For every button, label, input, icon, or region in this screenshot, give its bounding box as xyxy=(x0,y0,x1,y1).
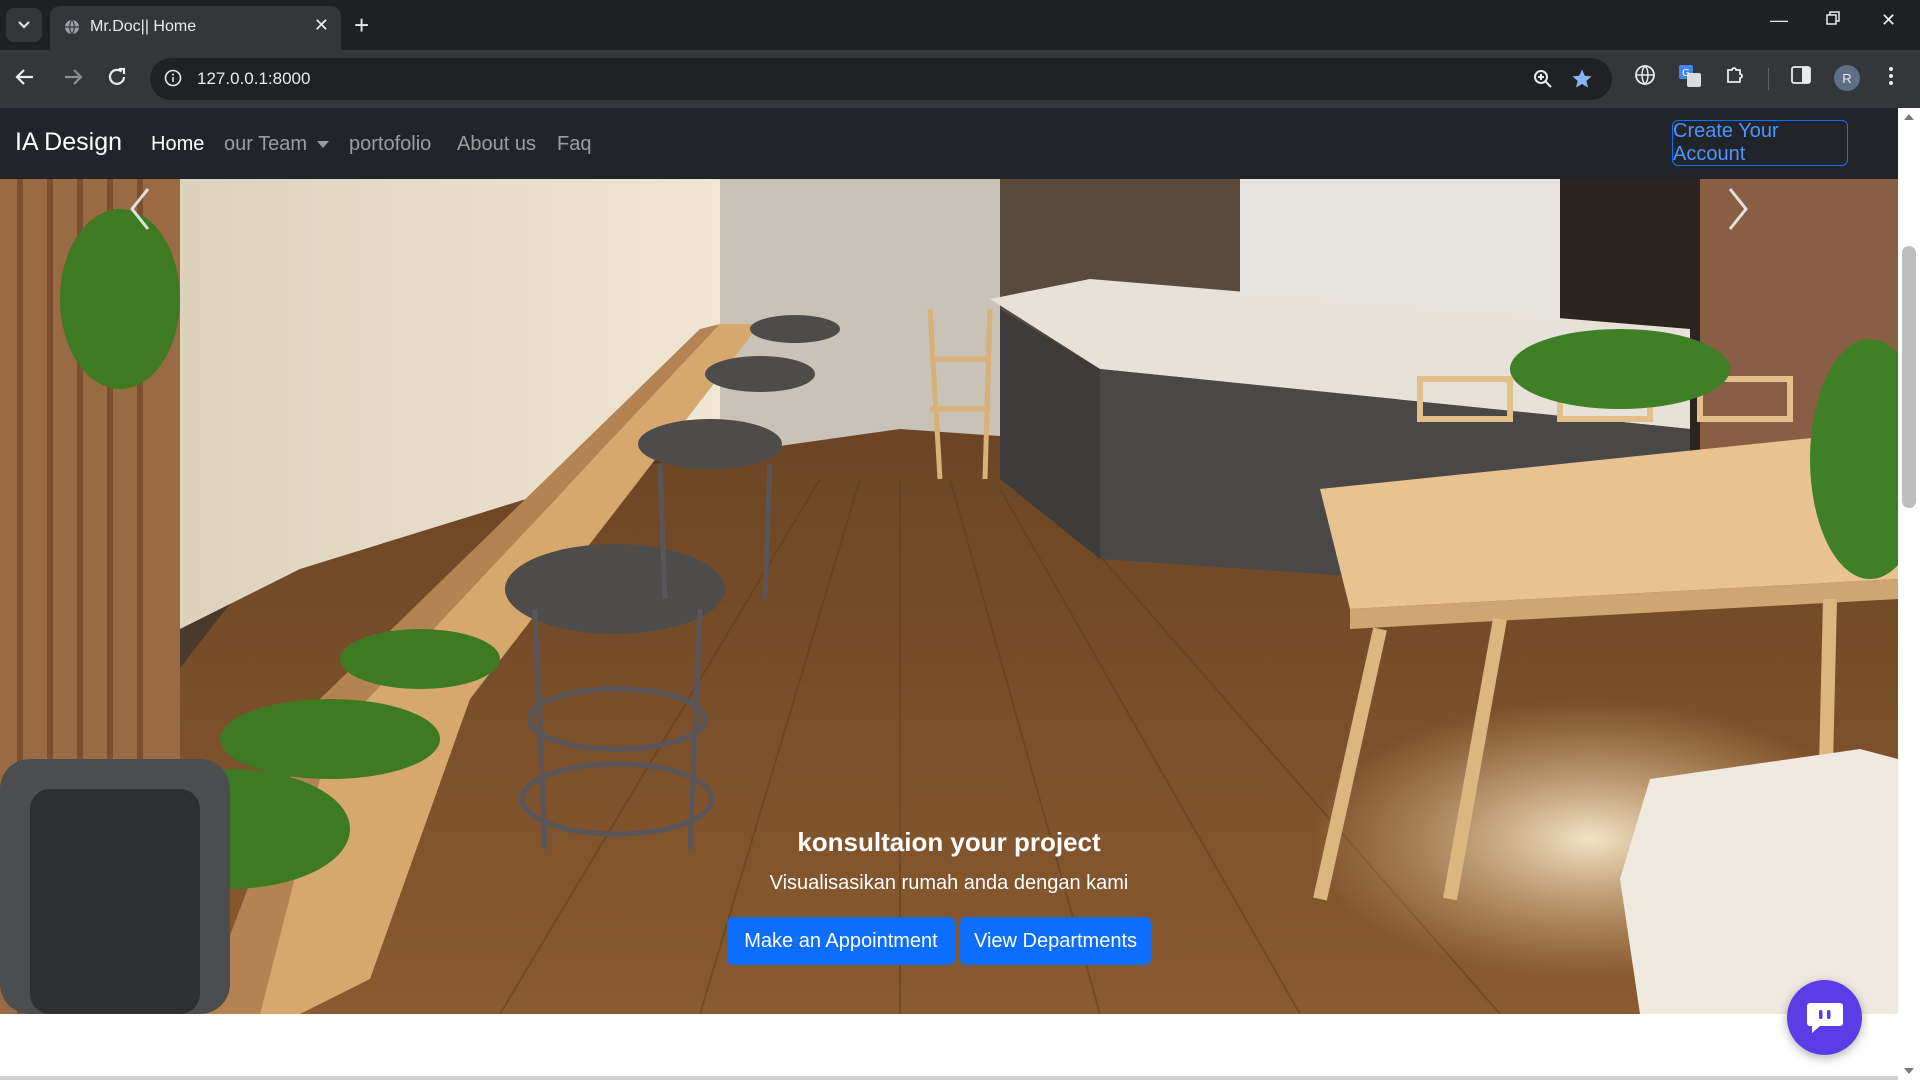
address-bar[interactable]: 127.0.0.1:8000 xyxy=(150,58,1612,100)
nav-home[interactable]: Home xyxy=(151,133,204,156)
svg-text:G: G xyxy=(1682,68,1690,79)
zoom-icon[interactable] xyxy=(1532,68,1554,90)
make-appointment-button[interactable]: Make an Appointment xyxy=(727,917,955,965)
tab-search-icon[interactable] xyxy=(6,8,42,42)
toolbar-divider xyxy=(1768,68,1769,90)
restore-icon[interactable] xyxy=(1825,10,1841,31)
kebab-menu-icon[interactable] xyxy=(1888,65,1894,92)
reload-icon[interactable] xyxy=(106,66,128,93)
caret-down-icon xyxy=(317,141,330,149)
nav-our-team-label: our Team xyxy=(224,133,308,155)
divider xyxy=(0,1076,1898,1080)
hero-carousel: konsultaion your project Visualisasikan … xyxy=(0,179,1898,1014)
view-departments-button[interactable]: View Departments xyxy=(960,917,1151,965)
nav-faq[interactable]: Faq xyxy=(557,133,591,156)
nav-portofolio[interactable]: portofolio xyxy=(349,133,431,156)
scroll-up-arrow[interactable] xyxy=(1904,114,1914,120)
browser-tab-bar: Mr.Doc|| Home ✕ + — ✕ xyxy=(0,0,1920,50)
tab-title: Mr.Doc|| Home xyxy=(90,18,197,35)
back-icon[interactable] xyxy=(14,66,36,93)
translate-icon[interactable]: G xyxy=(1678,64,1702,88)
scroll-down-arrow[interactable] xyxy=(1904,1068,1914,1074)
nav-our-team[interactable]: our Team xyxy=(224,133,330,156)
browser-tab[interactable]: Mr.Doc|| Home ✕ xyxy=(50,6,341,50)
chevron-left-icon[interactable] xyxy=(120,179,160,239)
browser-toolbar: 127.0.0.1:8000 G R xyxy=(0,50,1920,108)
chat-icon xyxy=(1806,1002,1843,1033)
page-content-start xyxy=(0,1014,1898,1080)
hero-subtitle: Visualisasikan rumah anda dengan kami xyxy=(769,872,1129,894)
extensions-icon[interactable] xyxy=(1724,64,1746,86)
page-scrollbar[interactable] xyxy=(1898,108,1920,1080)
globe-extension-icon[interactable] xyxy=(1634,64,1656,86)
scroll-thumb[interactable] xyxy=(1902,246,1916,508)
hero-title: konsultaion your project xyxy=(797,827,1101,857)
star-icon[interactable] xyxy=(1571,68,1593,90)
url-text: 127.0.0.1:8000 xyxy=(197,69,311,88)
site-navbar: IA Design Home our Team portofolio About… xyxy=(0,108,1898,179)
globe-icon xyxy=(65,19,79,35)
chevron-right-icon[interactable] xyxy=(1718,179,1758,239)
info-icon[interactable] xyxy=(164,69,182,87)
minimize-icon[interactable]: — xyxy=(1770,10,1788,31)
window-close-icon[interactable]: ✕ xyxy=(1881,10,1896,31)
forward-icon[interactable] xyxy=(62,66,84,93)
nav-about-us[interactable]: About us xyxy=(457,133,536,156)
chat-widget-button[interactable] xyxy=(1787,980,1862,1055)
avatar[interactable]: R xyxy=(1834,65,1860,91)
plus-icon[interactable]: + xyxy=(354,10,369,40)
brand-logo[interactable]: IA Design xyxy=(15,128,122,157)
create-account-button[interactable]: Create Your Account xyxy=(1672,120,1848,166)
close-icon[interactable]: ✕ xyxy=(314,15,329,36)
sidepanel-icon[interactable] xyxy=(1790,64,1812,86)
